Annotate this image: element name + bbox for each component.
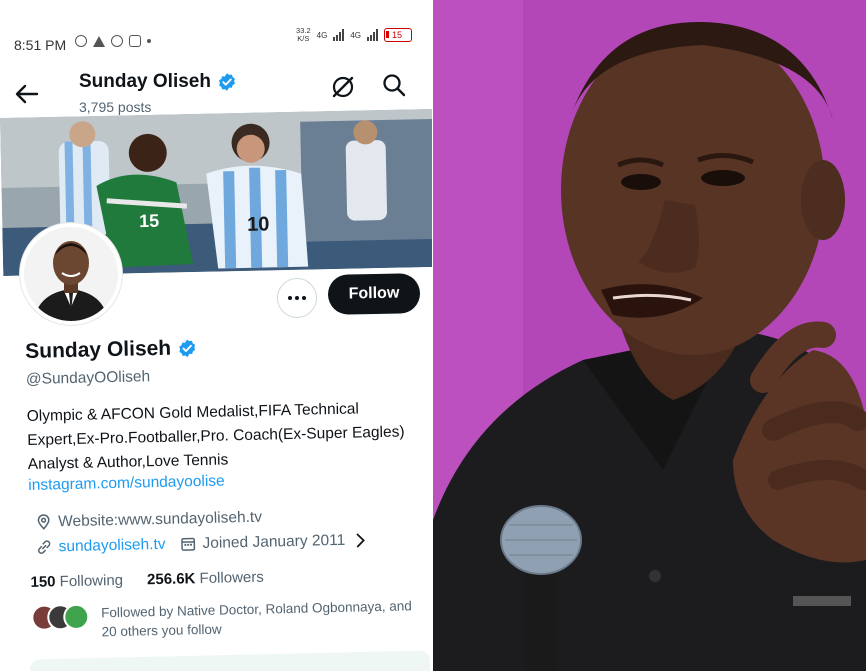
profile-name: Sunday Oliseh — [25, 331, 425, 364]
facebook-icon — [111, 35, 123, 47]
follower-avatar — [63, 603, 90, 631]
follow-stats: 150 Following 256.6K Followers — [30, 565, 430, 591]
network-speed: 33.2 K/S — [296, 26, 311, 43]
warning-icon — [93, 35, 105, 47]
back-arrow-icon[interactable] — [14, 84, 40, 104]
more-notifications-icon — [147, 39, 151, 43]
search-icon[interactable] — [381, 72, 407, 98]
network-type-1: 4G — [316, 30, 328, 40]
profile-bio: Olympic & AFCON Gold Medalist,FIFA Techn… — [26, 400, 405, 473]
verified-badge-icon — [219, 73, 235, 91]
instagram-icon — [129, 35, 141, 47]
whatsapp-icon — [75, 35, 87, 47]
link-icon — [38, 540, 51, 554]
signal-icon-2 — [367, 29, 378, 41]
signal-icon — [333, 29, 345, 41]
profile-avatar[interactable] — [20, 223, 122, 325]
followed-by-text: Followed by Native Doctor, Roland Ogbonn… — [101, 598, 412, 640]
profile-meta: Website:www.sundayoliseh.tv sundayoliseh… — [29, 501, 430, 560]
joined-date: Joined January 2011 — [202, 531, 346, 553]
battery-icon: 15 — [384, 28, 412, 42]
status-right: 33.2 K/S 4G 4G 15 — [296, 27, 412, 43]
following-stat[interactable]: 150 Following — [30, 572, 123, 591]
jersey-number-right: 10 — [247, 213, 270, 235]
grok-icon[interactable] — [330, 74, 356, 100]
twitter-profile-screen: 8:51 PM 33.2 K/S 4G 4G 15 Sunday Oliseh — [0, 0, 432, 671]
notification-icons — [75, 35, 151, 47]
follow-button[interactable]: Follow — [327, 273, 421, 315]
calendar-icon — [181, 537, 196, 551]
header-title: Sunday Oliseh — [79, 71, 237, 93]
post-count: 3,795 posts — [79, 99, 152, 115]
chevron-right-icon[interactable] — [355, 533, 365, 547]
followed-by[interactable]: Followed by Native Doctor, Roland Ogbonn… — [31, 596, 432, 643]
followers-stat[interactable]: 256.6K Followers — [147, 569, 264, 589]
network-type-2: 4G — [350, 30, 361, 40]
website-link[interactable]: sundayoliseh.tv — [58, 532, 166, 559]
follower-avatars — [31, 603, 94, 631]
verified-badge-icon — [179, 339, 196, 358]
status-bar: 8:51 PM 33.2 K/S 4G 4G 15 — [0, 22, 432, 53]
more-dots-icon — [288, 296, 292, 300]
profile-handle: @SundayOOliseh — [25, 368, 151, 388]
speaker-photo — [433, 0, 866, 671]
more-options-button[interactable] — [277, 278, 317, 318]
jersey-number-left: 15 — [139, 211, 159, 231]
profile-info: Sunday Oliseh @SundayOOliseh Olympic & A… — [25, 331, 432, 643]
bottom-sheet-edge — [29, 650, 431, 671]
status-time: 8:51 PM — [14, 37, 67, 53]
location-pin-icon — [37, 514, 50, 530]
